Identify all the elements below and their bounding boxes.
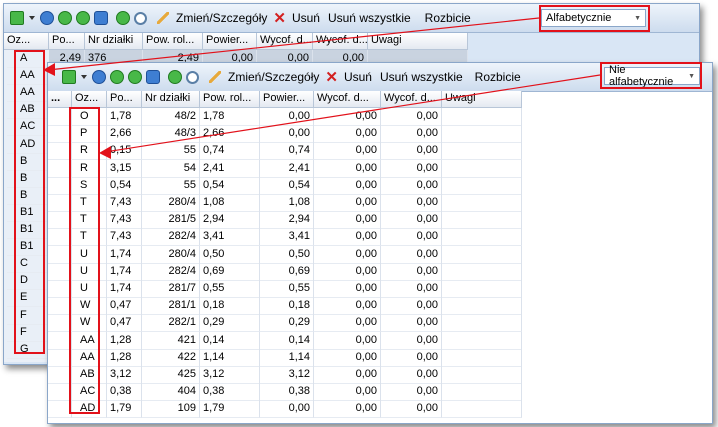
arrow-back-line: [47, 17, 540, 71]
arrow-front-head: [99, 146, 111, 159]
arrow-front-line: [104, 74, 601, 153]
arrow-back-head: [43, 63, 55, 76]
callout-arrows: [43, 17, 601, 159]
